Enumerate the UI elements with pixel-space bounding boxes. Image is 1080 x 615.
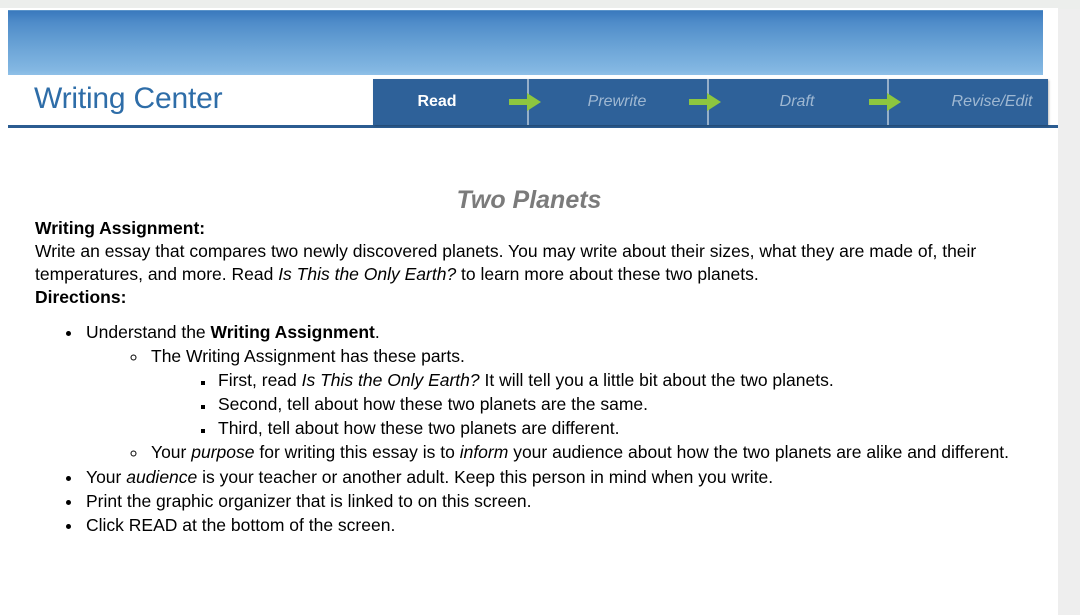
nav-step-draft[interactable]: Draft — [733, 93, 861, 111]
list-item: Third, tell about how these two planets … — [215, 416, 1045, 440]
page-title: Two Planets — [456, 186, 602, 214]
purpose-text-3: your audience about how the two planets … — [508, 442, 1010, 463]
page-root: Writing Center Read Prewrite Draft Revis… — [0, 0, 1080, 615]
writing-assignment-heading: Writing Assignment: — [35, 218, 206, 238]
purpose-italic-term: purpose — [191, 442, 255, 463]
assignment-text-part2: to learn more about these two planets. — [456, 263, 759, 284]
audience-text-2: is your teacher or another adult. Keep t… — [197, 466, 774, 487]
nav-step-revise-edit[interactable]: Revise/Edit — [913, 93, 1071, 111]
audience-text-1: Your — [86, 466, 127, 487]
list-item: First, read Is This the Only Earth? It w… — [215, 368, 1045, 392]
assignment-book-title: Is This the Only Earth? — [278, 263, 457, 284]
list-item: Click READ at the bottom of the screen. — [83, 513, 1045, 537]
arrow-right-icon — [509, 93, 541, 111]
nav-separator-3 — [861, 79, 913, 125]
understand-bold-term: Writing Assignment — [210, 321, 375, 342]
arrow-right-icon — [689, 93, 721, 111]
list-item: The Writing Assignment has these parts. … — [148, 344, 1045, 441]
masthead-divider — [8, 125, 1058, 128]
site-brand-title: Writing Center — [34, 82, 223, 115]
part-first-suffix: It will tell you a little bit about the … — [479, 369, 834, 390]
list-item: Print the graphic organizer that is link… — [83, 489, 1045, 513]
list-item: Your purpose for writing this essay is t… — [148, 440, 1045, 464]
directions-parts-list: First, read Is This the Only Earth? It w… — [151, 368, 1045, 440]
header-banner — [8, 10, 1043, 75]
writing-assignment-paragraph: Write an essay that compares two newly d… — [35, 240, 1045, 286]
directions-heading: Directions: — [35, 286, 127, 307]
list-item: Your audience is your teacher or another… — [83, 465, 1045, 489]
nav-step-read[interactable]: Read — [373, 93, 501, 111]
nav-separator-2 — [681, 79, 733, 125]
directions-list: Understand the Writing Assignment. The W… — [35, 320, 1045, 537]
understand-suffix: . — [374, 321, 380, 342]
list-item: Second, tell about how these two planets… — [215, 392, 1045, 416]
nav-step-prewrite[interactable]: Prewrite — [553, 93, 681, 111]
directions-sublist: The Writing Assignment has these parts. … — [86, 344, 1045, 465]
part-first-book-title: Is This the Only Earth? — [301, 369, 480, 390]
inform-italic-term: inform — [459, 442, 509, 463]
list-item: Understand the Writing Assignment. The W… — [83, 320, 1045, 465]
part-first-prefix: First, read — [218, 369, 302, 390]
workflow-nav[interactable]: Read Prewrite Draft Revise/Edit — [373, 79, 1048, 125]
arrow-right-icon — [869, 93, 901, 111]
nav-separator-1 — [501, 79, 553, 125]
parts-intro-text: The Writing Assignment has these parts. — [151, 345, 465, 366]
purpose-text-2: for writing this essay is to — [254, 442, 460, 463]
understand-prefix: Understand the — [86, 321, 211, 342]
assignment-content: Writing Assignment: Write an essay that … — [35, 217, 1045, 537]
purpose-text-1: Your — [151, 442, 192, 463]
audience-italic-term: audience — [126, 466, 198, 487]
